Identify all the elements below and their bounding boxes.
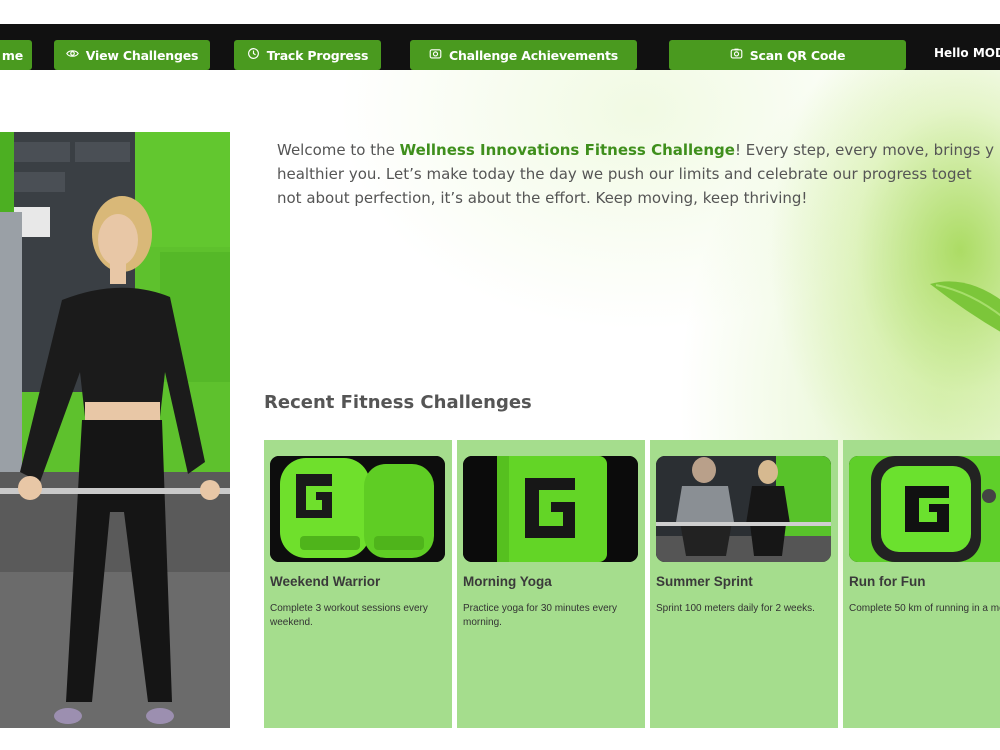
welcome-brand-name: Wellness Innovations Fitness Challenge [399,141,735,159]
nav-scan-qr-button[interactable]: Scan QR Code [669,40,906,70]
challenge-card-weekend-warrior[interactable]: Weekend Warrior Complete 3 workout sessi… [264,440,452,728]
user-greeting: Hello MOD [934,46,1000,60]
challenge-title: Summer Sprint [656,574,753,589]
hero-fitness-photo [0,132,230,728]
challenge-description: Complete 3 workout sessions every weeken… [270,603,428,628]
nav-home-label: me [1,47,23,63]
challenge-title: Weekend Warrior [270,574,381,589]
nav-challenge-achievements-button[interactable]: Challenge Achievements [410,40,637,70]
nav-track-progress-button[interactable]: Track Progress [234,40,381,70]
camera-icon [429,47,442,63]
recent-challenges-heading: Recent Fitness Challenges [264,392,532,413]
challenge-title: Morning Yoga [463,574,552,589]
nav-scan-qr-label: Scan QR Code [749,47,846,63]
challenge-description: Sprint 100 meters daily for 2 weeks. [656,603,815,614]
welcome-prefix: Welcome to the [277,141,400,159]
boxing-gloves-image [270,456,445,562]
eye-icon [65,47,79,63]
nav-challenge-achievements-label: Challenge Achievements [448,47,619,63]
nav-track-progress-label: Track Progress [266,47,369,63]
welcome-message: Welcome to the Wellness Innovations Fitn… [277,138,1000,210]
history-icon [247,47,260,63]
challenge-description: Complete 50 km of running in a month. [849,603,1000,614]
camera-icon [730,47,743,63]
nav-home-button[interactable]: me [0,40,32,70]
challenge-card-summer-sprint[interactable]: Summer Sprint Sprint 100 meters daily fo… [650,440,838,728]
challenge-title: Run for Fun [849,574,926,589]
nav-view-challenges-label: View Challenges [85,47,199,63]
gym-workout-image [656,456,831,562]
smartwatch-image [849,456,1000,562]
nav-view-challenges-button[interactable]: View Challenges [54,40,210,70]
top-navbar: me View Challenges Track Progress Challe… [0,24,1000,70]
challenge-card-run-for-fun[interactable]: Run for Fun Complete 50 km of running in… [843,440,1000,728]
challenge-card-morning-yoga[interactable]: Morning Yoga Practice yoga for 30 minute… [457,440,645,728]
challenge-description: Practice yoga for 30 minutes every morni… [463,603,617,628]
leaf-decoration [926,272,1000,352]
green-bag-image [463,456,638,562]
